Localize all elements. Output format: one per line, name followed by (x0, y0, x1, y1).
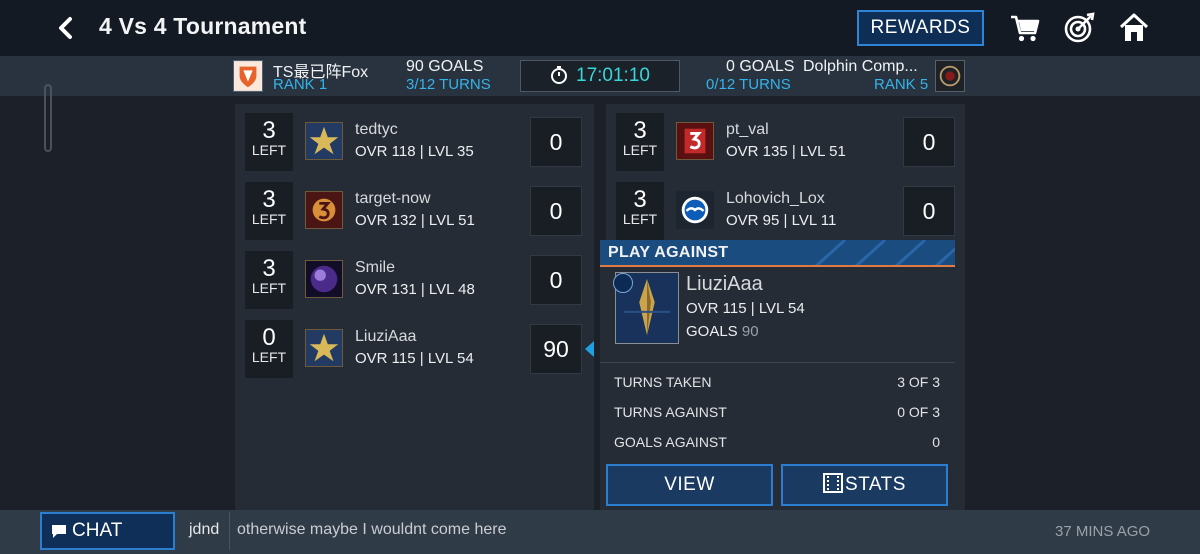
rewards-button[interactable]: REWARDS (857, 10, 984, 46)
play-against-header: PLAY AGAINST (600, 240, 955, 267)
top-bar: 4 Vs 4 Tournament REWARDS (0, 0, 1200, 56)
team-crest-icon (935, 60, 965, 92)
turns-left-box: 0 LEFT (245, 320, 293, 378)
goals-box: 0 (530, 117, 582, 167)
right-team-turns: 0/12 TURNS (706, 76, 791, 93)
opponent-stats: OVR 115 | LVL 54 (686, 300, 805, 317)
cart-icon[interactable] (1009, 12, 1041, 44)
chat-bubble-icon (52, 525, 66, 538)
score-bar: TS最已阵Fox RANK 1 90 GOALS 3/12 TURNS 17:0… (0, 56, 1200, 96)
left-team-panel: 3 LEFT tedtyc OVR 118 | LVL 35 0 3 LEFT … (235, 104, 594, 510)
turns-taken-label: TURNS TAKEN (614, 374, 712, 390)
red-number-3-icon (676, 122, 714, 160)
player-row[interactable]: 3 LEFT target-now OVR 132 | LVL 51 0 (245, 182, 584, 240)
goals-box: 0 (530, 255, 582, 305)
turns-left-box: 3 LEFT (245, 182, 293, 240)
chat-message: otherwise maybe I wouldnt come here (237, 521, 507, 538)
left-team-goals: 90 GOALS (406, 58, 484, 75)
goals-box: 0 (903, 117, 955, 167)
target-icon[interactable] (1063, 12, 1095, 44)
goals-box: 0 (903, 186, 955, 236)
scroll-indicator[interactable] (44, 84, 52, 152)
player-row[interactable]: 3 LEFT Smile OVR 131 | LVL 48 0 (245, 251, 584, 309)
chat-message-box[interactable]: otherwise maybe I wouldnt come here (229, 512, 1045, 550)
stopwatch-icon (551, 66, 568, 84)
blue-seagull-crest-icon (676, 191, 714, 229)
goals-box: 90 (530, 324, 582, 374)
turns-left-box: 3 LEFT (245, 113, 293, 171)
goals-against-label: GOALS AGAINST (614, 434, 727, 450)
selected-arrow-icon (585, 341, 594, 357)
film-strip-icon (823, 473, 844, 493)
home-icon[interactable] (1118, 12, 1150, 44)
stats-button[interactable]: STATS (781, 464, 948, 506)
team-crest-icon (233, 60, 263, 92)
number-3-crest-icon (305, 191, 343, 229)
timer-value: 17:01:10 (576, 65, 650, 86)
chat-bar: CHAT jdnd otherwise maybe I wouldnt come… (0, 510, 1200, 554)
divider (600, 362, 955, 363)
chat-timestamp: 37 MINS AGO (1055, 523, 1151, 540)
view-button[interactable]: VIEW (606, 464, 773, 506)
right-team-goals: 0 GOALS (726, 58, 795, 75)
chat-button[interactable]: CHAT (40, 512, 175, 550)
gold-star-shield-icon (305, 329, 343, 367)
player-row[interactable]: 3 LEFT tedtyc OVR 118 | LVL 35 0 (245, 113, 584, 171)
left-team-turns: 3/12 TURNS (406, 76, 491, 93)
right-team-name: Dolphin Comp... (803, 58, 918, 75)
back-chevron-icon[interactable] (54, 16, 78, 40)
turns-left-box: 3 LEFT (616, 182, 664, 240)
player-row[interactable]: 3 LEFT Lohovich_Lox OVR 95 | LVL 11 0 (616, 182, 955, 240)
gold-star-shield-icon (305, 122, 343, 160)
page-title: 4 Vs 4 Tournament (99, 13, 307, 39)
opponent-name: LiuziAaa (686, 273, 763, 295)
match-timer: 17:01:10 (520, 60, 680, 92)
goals-box: 0 (530, 186, 582, 236)
turns-against-label: TURNS AGAINST (614, 404, 727, 420)
player-row[interactable]: 3 LEFT pt_val OVR 135 | LVL 51 0 (616, 113, 955, 171)
play-against-title: PLAY AGAINST (608, 244, 729, 261)
turns-left-box: 3 LEFT (616, 113, 664, 171)
turns-against-value: 0 OF 3 (897, 404, 940, 420)
left-team-rank: RANK 1 (273, 76, 328, 93)
player-row-selected[interactable]: 0 LEFT LiuziAaa OVR 115 | LVL 54 90 (245, 320, 594, 378)
turns-taken-value: 3 OF 3 (897, 374, 940, 390)
turns-left-box: 3 LEFT (245, 251, 293, 309)
purple-orb-icon (305, 260, 343, 298)
stripe-decoration (813, 240, 955, 267)
opponent-badge-icon (613, 273, 633, 293)
chat-username: jdnd (189, 521, 220, 538)
goals-against-value: 0 (932, 434, 940, 450)
right-team-rank: RANK 5 (874, 76, 929, 93)
opponent-goals: GOALS 90 (686, 323, 759, 340)
